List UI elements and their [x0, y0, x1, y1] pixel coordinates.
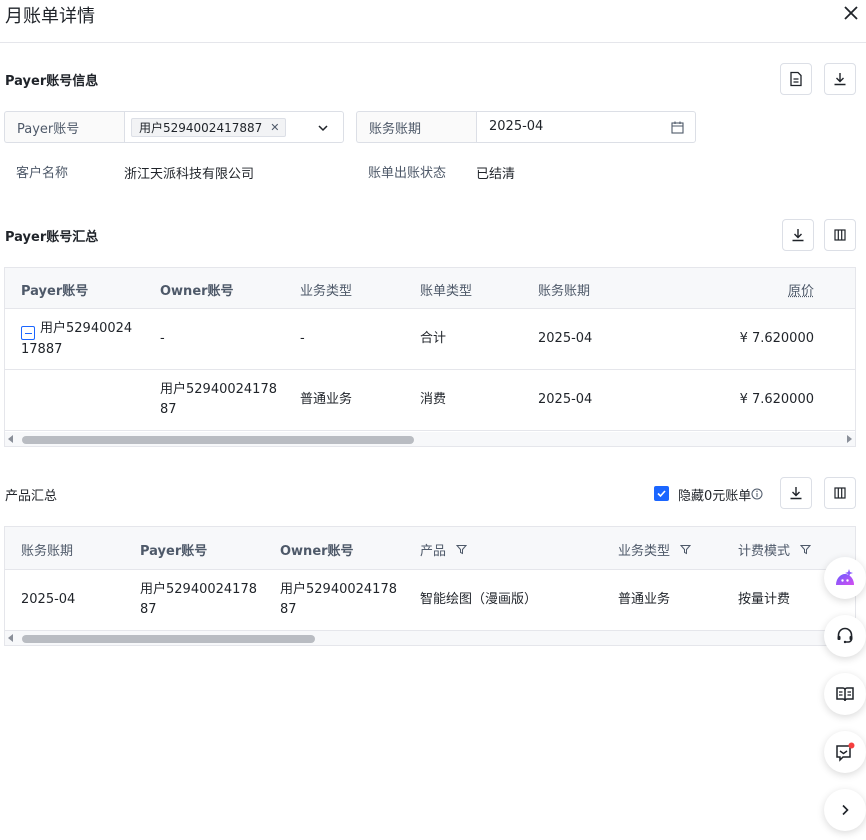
ai-assistant-icon: [836, 569, 854, 585]
cell-owner: 用户52940024178 87: [160, 382, 277, 417]
cell-biz-type: 普通业务: [618, 592, 671, 607]
col-product-label: 产品: [420, 544, 447, 559]
calendar-icon: [671, 121, 684, 134]
bill-status-value: 已结清: [476, 167, 516, 182]
product-summary-download-button[interactable]: [780, 477, 812, 509]
table-header: Payer账号 Owner账号 业务类型 账单类型 账务账期 原价: [5, 268, 855, 309]
collapse-row-icon[interactable]: [21, 326, 35, 341]
ai-assistant-button[interactable]: [824, 557, 866, 599]
customer-name-label: 客户名称: [16, 166, 69, 181]
info-icon[interactable]: [751, 488, 763, 500]
payer-summary-title: Payer账号汇总: [5, 230, 99, 245]
document-icon: [790, 71, 802, 87]
hide-zero-label[interactable]: 隐藏0元账单: [678, 485, 751, 504]
scroll-right-icon[interactable]: [847, 435, 852, 443]
tag-remove-icon[interactable]: ✕: [270, 121, 279, 134]
col-product: 产品: [420, 540, 468, 559]
table-row: 用户52940024 17887 - - 合计 2025-04 ¥ 7.6200…: [5, 309, 855, 370]
cell-biz-type: 普通业务: [300, 392, 353, 407]
horizontal-scrollbar[interactable]: [5, 631, 855, 645]
horizontal-scrollbar[interactable]: [5, 432, 855, 446]
product-summary-table: 账务账期 Payer账号 Owner账号 产品 业务类型 计费模式 2025-0…: [4, 526, 856, 646]
filter-icon[interactable]: [800, 544, 812, 555]
cell-owner: 用户52940024178 87: [280, 582, 397, 617]
chevron-down-icon: [318, 125, 328, 132]
col-period: 账务账期: [538, 284, 591, 299]
columns-icon: [834, 487, 846, 499]
billing-period-picker[interactable]: 2025-04: [476, 111, 696, 143]
col-biz-type-label: 业务类型: [618, 544, 671, 559]
docs-button[interactable]: [824, 673, 866, 715]
col-biz-type: 业务类型: [618, 540, 692, 559]
download-icon: [790, 487, 802, 500]
col-biz-type: 业务类型: [300, 284, 353, 299]
hide-zero-checkbox[interactable]: [654, 486, 669, 501]
cell-bill-type: 消费: [420, 392, 447, 407]
table-row: 用户52940024178 87 普通业务 消费 2025-04 ¥ 7.620…: [5, 370, 855, 431]
col-owner: Owner账号: [160, 284, 234, 299]
dialog-title: 月账单详情: [5, 6, 95, 27]
dialog-header: 月账单详情: [0, 0, 866, 43]
customer-name-value: 浙江天派科技有限公司: [124, 167, 255, 182]
scrollbar-thumb[interactable]: [22, 436, 414, 444]
download-icon: [792, 229, 804, 242]
checkmark-icon: [657, 490, 666, 498]
cell-payer: 用户52940024 17887: [21, 319, 139, 360]
scrollbar-thumb[interactable]: [22, 635, 315, 643]
cell-owner: -: [160, 331, 165, 346]
cell-price: ¥ 7.620000: [739, 331, 814, 346]
customer-service-icon: [837, 627, 853, 644]
payer-tag: 用户5294002417887 ✕: [131, 118, 287, 137]
download-button[interactable]: [824, 63, 856, 95]
cell-product: 智能绘图（漫画版）: [420, 592, 538, 607]
scroll-left-icon[interactable]: [8, 435, 13, 443]
col-bill-type: 账单类型: [420, 284, 473, 299]
close-icon[interactable]: [840, 2, 862, 24]
billing-period-label: 账务账期: [356, 111, 477, 143]
payer-info-title: Payer账号信息: [5, 74, 99, 89]
product-summary-columns-button[interactable]: [824, 477, 856, 509]
cell-period: 2025-04: [21, 592, 76, 607]
cell-payer: 用户52940024178 87: [140, 582, 257, 617]
table-header: 账务账期 Payer账号 Owner账号 产品 业务类型 计费模式: [5, 527, 855, 570]
billing-period-value: 2025-04: [489, 119, 544, 134]
col-price[interactable]: 原价: [788, 280, 814, 299]
payer-account-label: Payer账号: [4, 111, 125, 143]
col-payer: Payer账号: [21, 284, 89, 299]
cell-price: ¥ 7.620000: [739, 392, 814, 407]
filter-icon[interactable]: [680, 544, 692, 555]
col-billing-mode: 计费模式: [738, 540, 812, 559]
cell-billing-mode: 按量计费: [738, 592, 791, 607]
download-icon: [834, 73, 846, 86]
table-row: 2025-04 用户52940024178 87 用户52940024178 8…: [5, 570, 855, 631]
docs-book-icon: [836, 687, 854, 702]
payer-summary-download-button[interactable]: [782, 219, 814, 251]
payer-summary-table: Payer账号 Owner账号 业务类型 账单类型 账务账期 原价 用户5294…: [4, 267, 856, 447]
scroll-left-icon[interactable]: [8, 634, 13, 642]
col-owner: Owner账号: [280, 544, 354, 559]
filter-icon[interactable]: [456, 544, 468, 555]
cell-payer-text: 用户52940024 17887: [21, 321, 133, 358]
feedback-icon: [836, 742, 855, 762]
feedback-button[interactable]: [824, 731, 866, 773]
cell-period: 2025-04: [538, 331, 593, 346]
col-period: 账务账期: [21, 544, 74, 559]
cell-period: 2025-04: [538, 392, 593, 407]
col-billing-mode-label: 计费模式: [738, 544, 791, 559]
cell-bill-type: 合计: [420, 331, 447, 346]
payer-summary-columns-button[interactable]: [824, 219, 856, 251]
columns-icon: [834, 229, 846, 241]
bill-detail-button[interactable]: [780, 63, 812, 95]
product-summary-title: 产品汇总: [5, 489, 58, 504]
col-payer: Payer账号: [140, 544, 208, 559]
payer-account-select[interactable]: 用户5294002417887 ✕: [124, 111, 344, 143]
bill-status-label: 账单出账状态: [368, 166, 447, 181]
cell-biz-type: -: [300, 331, 305, 346]
chevron-right-icon: [842, 804, 849, 816]
payer-tag-label: 用户5294002417887: [139, 121, 263, 135]
collapse-sidebar-button[interactable]: [824, 789, 866, 831]
customer-service-button[interactable]: [824, 615, 866, 657]
